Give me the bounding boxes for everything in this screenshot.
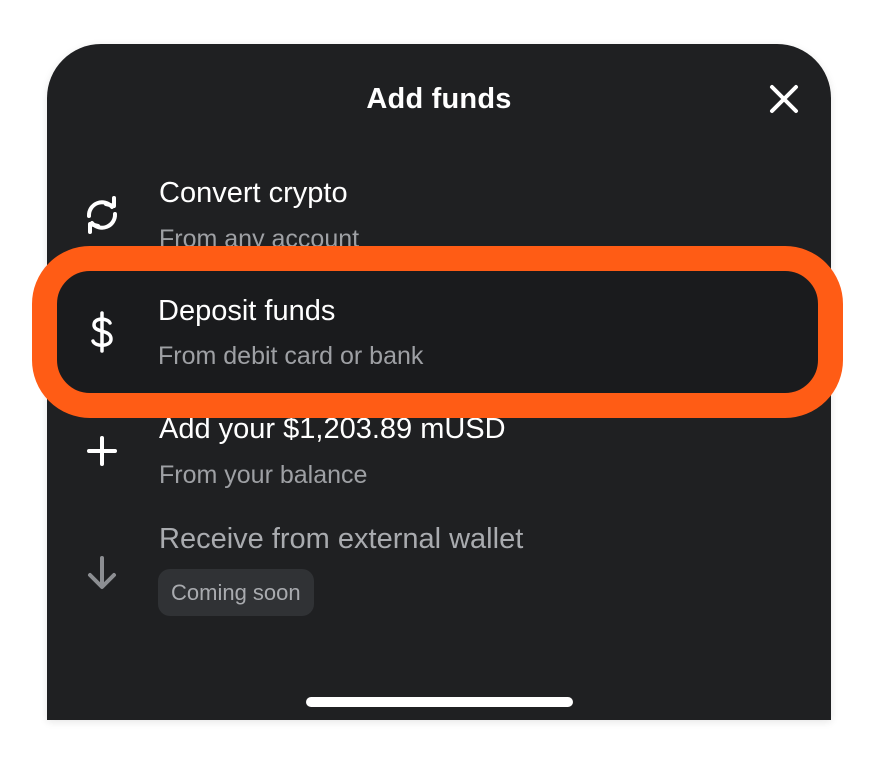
home-indicator (306, 697, 573, 707)
option-subtitle: From any account (159, 225, 360, 253)
plus-icon (77, 426, 127, 476)
option-subtitle: From debit card or bank (158, 342, 424, 370)
dollar-icon (77, 307, 127, 357)
option-title: Add your $1,203.89 mUSD (159, 413, 506, 445)
arrow-down-icon (77, 548, 127, 598)
coming-soon-badge: Coming soon (158, 569, 314, 616)
close-icon (770, 85, 798, 113)
option-subtitle: From your balance (159, 461, 368, 489)
option-title: Receive from external wallet (159, 523, 524, 555)
option-convert-crypto[interactable]: Convert crypto From any account (47, 170, 831, 280)
option-title: Deposit funds (158, 295, 336, 327)
close-button[interactable] (763, 78, 805, 120)
convert-arrows-icon (77, 190, 127, 240)
sheet-title: Add funds (366, 83, 512, 115)
option-add-musd[interactable]: Add your $1,203.89 mUSD From your balanc… (47, 406, 831, 516)
screen: Add funds Convert crypto From any accoun… (0, 0, 874, 767)
option-title: Convert crypto (159, 177, 348, 209)
option-deposit-funds[interactable]: Deposit funds From debit card or bank (57, 271, 818, 393)
